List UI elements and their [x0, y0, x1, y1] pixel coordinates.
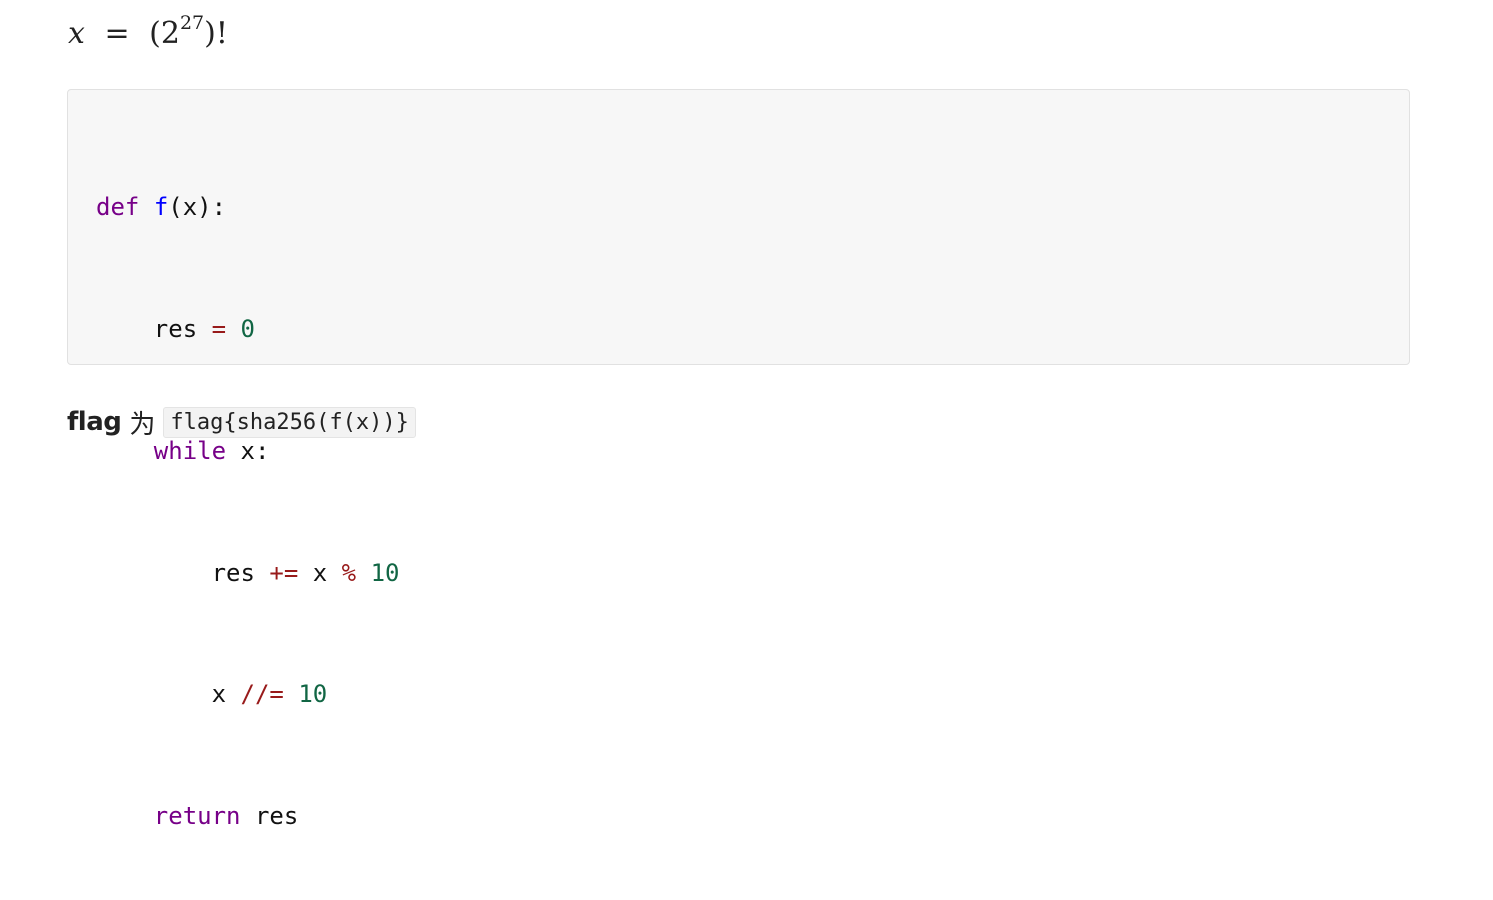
formula-exponent: 27: [179, 12, 205, 34]
identifier: res: [153, 314, 198, 343]
identifier: res: [211, 558, 255, 587]
code-line-6: return res: [96, 796, 399, 837]
flag-connector: 为: [129, 409, 156, 440]
number: 10: [370, 558, 400, 587]
operator: %: [341, 558, 357, 587]
flag-label: flag: [67, 407, 122, 437]
code-line-5: x //= 10: [96, 674, 399, 715]
formula-open-paren: (: [149, 16, 161, 51]
operator: //=: [240, 680, 284, 709]
code-line-4: res += x % 10: [96, 553, 400, 594]
identifier: x: [211, 680, 227, 709]
code-line-1: def f(x):: [96, 187, 399, 228]
return-value: res: [240, 802, 299, 831]
operator: +=: [269, 558, 299, 587]
keyword-return: return: [153, 802, 241, 831]
params: (x):: [168, 193, 227, 222]
number: 0: [240, 314, 255, 343]
function-name: f: [153, 193, 169, 222]
formula-base: 2: [160, 16, 180, 51]
identifier: x: [312, 558, 328, 587]
formula-equals: =: [104, 16, 130, 51]
formula-close: )!: [204, 16, 228, 51]
code-block: def f(x): res = 0 while x: res += x % 10…: [67, 89, 1410, 830]
keyword-def: def: [96, 193, 140, 222]
code-line-2: res = 0: [96, 309, 399, 350]
number: 10: [298, 680, 328, 709]
code-content: def f(x): res = 0 while x: res += x % 10…: [96, 106, 399, 900]
operator: =: [211, 314, 227, 343]
flag-format-code: flag{sha256(f(x))}: [163, 406, 416, 438]
formula: x = (227)!: [68, 12, 228, 56]
formula-variable: x: [68, 16, 85, 51]
flag-line: flag 为 flag{sha256(f(x))}: [67, 402, 416, 442]
